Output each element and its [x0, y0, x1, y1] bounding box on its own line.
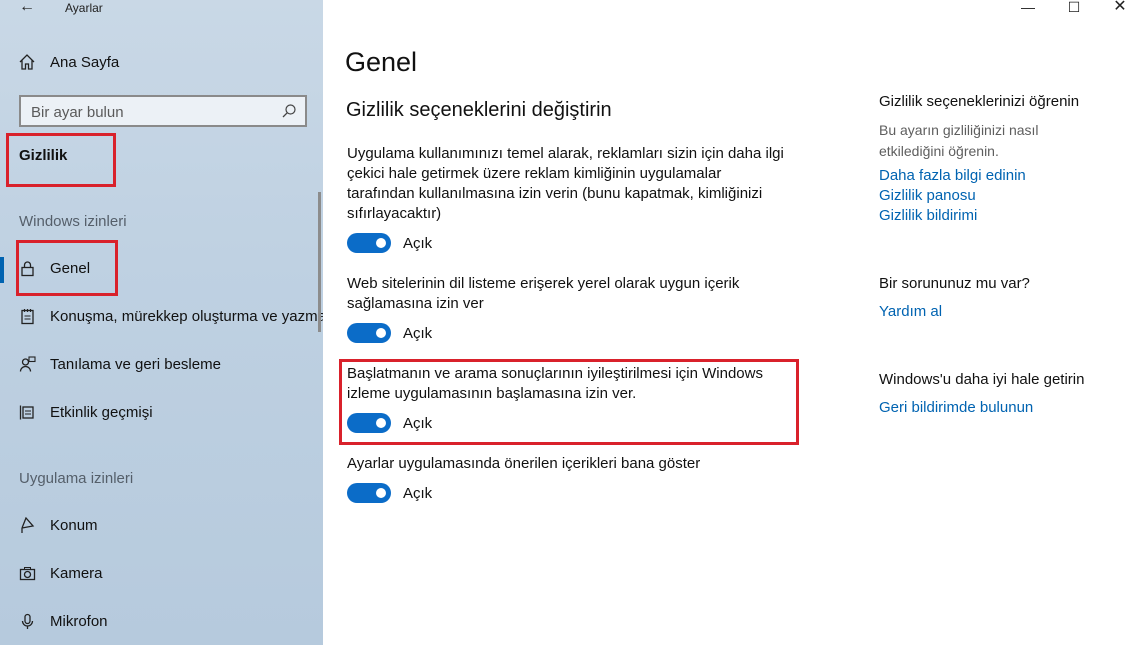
- main-content: — ☐ ✕ Genel Gizlilik seçeneklerini değiş…: [323, 0, 1146, 645]
- link-give-feedback[interactable]: Geri bildirimde bulunun: [879, 399, 1033, 416]
- sidebar-scrollbar[interactable]: [318, 192, 321, 332]
- sidebar-item-label: Mikrofon: [50, 613, 108, 630]
- page-title: Genel: [345, 47, 418, 77]
- learn-heading: Gizlilik seçeneklerinizi öğrenin: [879, 93, 1080, 110]
- learn-text: Bu ayarın gizliliğinizi nasıl etkilediği…: [879, 122, 1039, 159]
- home-label: Ana Sayfa: [50, 53, 120, 71]
- app-permissions-header: Uygulama izinleri: [19, 470, 134, 487]
- person-feedback-icon: [19, 356, 36, 372]
- link-get-help[interactable]: Yardım al: [879, 303, 942, 320]
- sidebar-item-kamera[interactable]: Kamera: [19, 565, 103, 582]
- microphone-icon: [21, 613, 34, 629]
- close-icon[interactable]: ✕: [1108, 0, 1132, 18]
- sidebar-item-label: Etkinlik geçmişi: [50, 404, 153, 421]
- windows-permissions-header: Windows izinleri: [19, 213, 127, 230]
- sidebar: ← Ayarlar Ana Sayfa Gizlilik Windows izi…: [0, 0, 326, 645]
- active-indicator: [0, 257, 4, 283]
- sidebar-item-mikrofon[interactable]: Mikrofon: [19, 613, 108, 630]
- app-title: Ayarlar: [65, 1, 103, 15]
- improve-heading: Windows'u daha iyi hale getirin: [879, 371, 1085, 388]
- maximize-icon[interactable]: ☐: [1062, 0, 1086, 18]
- search-input[interactable]: [31, 102, 271, 122]
- title-bar: ← Ayarlar: [0, 0, 323, 18]
- toggle-state-label: Açık: [403, 484, 433, 502]
- ad-id-toggle[interactable]: [347, 233, 391, 253]
- setting-language-list-text: Web sitelerinin dil listeme erişerek yer…: [347, 275, 740, 312]
- sidebar-item-tanilama[interactable]: Tanılama ve geri besleme: [19, 356, 221, 373]
- nav-home[interactable]: Ana Sayfa: [18, 53, 119, 71]
- sidebar-item-konusma[interactable]: Konuşma, mürekkep oluşturma ve yazma: [19, 308, 326, 325]
- notepad-icon: [21, 309, 34, 325]
- sidebar-item-label: Tanılama ve geri besleme: [50, 356, 221, 373]
- link-more-info[interactable]: Daha fazla bilgi edinin: [879, 167, 1026, 184]
- highlight-box-gizlilik: [6, 133, 116, 187]
- link-privacy-dashboard[interactable]: Gizlilik panosu: [879, 187, 976, 204]
- sidebar-item-label: Konum: [50, 517, 98, 534]
- back-arrow-icon[interactable]: ←: [16, 0, 38, 18]
- suggested-content-toggle[interactable]: [347, 483, 391, 503]
- camera-icon: [19, 567, 36, 581]
- link-privacy-statement[interactable]: Gizlilik bildirimi: [879, 207, 977, 224]
- location-icon: [21, 517, 35, 533]
- highlight-box-app-launch-tracking: [339, 359, 799, 445]
- highlight-box-genel: [16, 240, 118, 296]
- search-box[interactable]: [19, 95, 307, 127]
- home-icon: [19, 54, 35, 70]
- setting-suggested-content-toggle-row[interactable]: Açık: [347, 483, 432, 503]
- sidebar-item-label: Konuşma, mürekkep oluşturma ve yazma: [50, 308, 326, 325]
- setting-language-list-toggle-row[interactable]: Açık: [347, 323, 432, 343]
- language-list-toggle[interactable]: [347, 323, 391, 343]
- setting-ad-id-text: Uygulama kullanımınızı temel alarak, rek…: [347, 145, 784, 222]
- setting-ad-id-toggle-row[interactable]: Açık: [347, 233, 432, 253]
- toggle-state-label: Açık: [403, 234, 433, 252]
- sidebar-item-label: Kamera: [50, 565, 103, 582]
- search-icon[interactable]: [281, 103, 297, 119]
- toggle-state-label: Açık: [403, 324, 433, 342]
- sidebar-item-konum[interactable]: Konum: [19, 517, 98, 534]
- minimize-icon[interactable]: —: [1016, 0, 1040, 18]
- activity-icon: [19, 405, 34, 420]
- sidebar-item-etkinlik[interactable]: Etkinlik geçmişi: [19, 404, 153, 421]
- setting-suggested-content-text: Ayarlar uygulamasında önerilen içerikler…: [347, 455, 701, 472]
- question-heading: Bir sorununuz mu var?: [879, 275, 1030, 292]
- section-title: Gizlilik seçeneklerini değiştirin: [346, 99, 612, 121]
